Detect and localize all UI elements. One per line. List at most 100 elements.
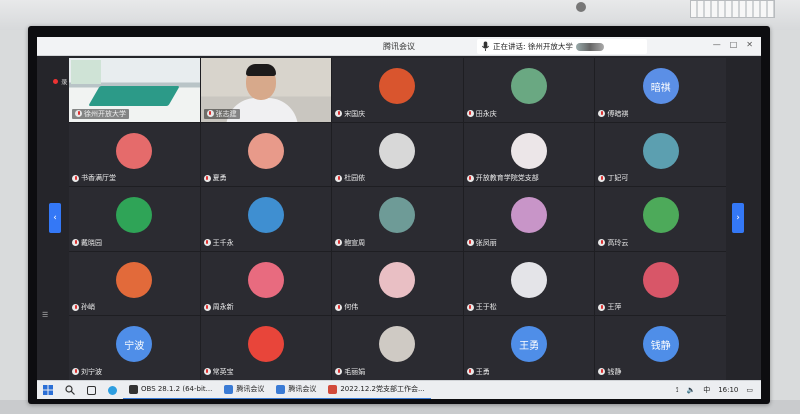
- chevron-left-icon: ‹: [53, 213, 57, 223]
- mic-muted-icon: [598, 110, 606, 118]
- participant-avatar: [247, 197, 284, 234]
- participant-avatar: [116, 197, 153, 234]
- participant-avatar: [642, 197, 679, 234]
- taskbar-app[interactable]: 腾讯会议: [270, 381, 323, 399]
- participant-avatar: [511, 68, 548, 104]
- participant-tile[interactable]: 书香满厅堂: [69, 122, 200, 187]
- participant-name-text: 夏勇: [212, 174, 227, 183]
- taskbar-app[interactable]: 腾讯会议: [218, 381, 271, 399]
- participant-tile[interactable]: 王萍: [595, 251, 726, 316]
- browser-taskbar-button[interactable]: [102, 381, 123, 400]
- clock[interactable]: 16:10: [718, 386, 738, 394]
- video-hair: [245, 64, 276, 76]
- participant-tile[interactable]: 周永新: [200, 251, 332, 316]
- participant-avatar: [379, 326, 416, 363]
- task-view-button[interactable]: [81, 381, 102, 400]
- participant-tile[interactable]: 戴晓园: [69, 187, 200, 251]
- participant-tile[interactable]: 宁波刘宁波: [69, 316, 200, 380]
- mic-muted-icon: [466, 239, 474, 247]
- participant-name: 何伟: [335, 302, 358, 312]
- mic-muted-icon: [598, 239, 606, 247]
- participant-name: 刘宁波: [72, 367, 102, 377]
- window-controls: — □ ✕: [713, 40, 753, 49]
- participant-name-text: 刘宁波: [81, 367, 102, 376]
- participant-tile[interactable]: 钱静 钱静: [595, 316, 726, 380]
- participant-name: 高玲云: [598, 238, 628, 248]
- participant-name-text: 王于松: [475, 303, 497, 312]
- participant-tile[interactable]: 常英宝: [200, 316, 332, 380]
- participant-avatar: [511, 261, 548, 298]
- participant-avatar: [379, 68, 416, 104]
- app-icon: [224, 384, 234, 394]
- volume-icon[interactable]: 🔈: [686, 386, 695, 394]
- participant-tile[interactable]: 张志建: [200, 58, 332, 122]
- participant-name-text: 周永新: [212, 303, 234, 312]
- mic-muted-icon: [203, 368, 211, 376]
- participant-tile[interactable]: 暗祺 傅暗祺: [595, 58, 726, 122]
- participant-avatar: [379, 261, 416, 298]
- participant-tile[interactable]: 王于松: [463, 251, 595, 316]
- participant-tile[interactable]: 何伟: [332, 251, 463, 316]
- start-button[interactable]: [37, 381, 59, 400]
- minimize-button[interactable]: —: [713, 40, 721, 49]
- participant-name-text: 徐州开放大学: [84, 109, 126, 118]
- participant-tile[interactable]: 开放教育学院党支部: [463, 122, 595, 187]
- mic-muted-icon: [466, 110, 474, 118]
- participant-tile[interactable]: 张凤丽: [463, 187, 595, 251]
- search-taskbar-button[interactable]: [59, 381, 81, 400]
- participant-tile[interactable]: 夏勇: [200, 122, 332, 187]
- maximize-button[interactable]: □: [730, 40, 738, 49]
- participant-name-text: 张凤丽: [475, 238, 497, 247]
- mic-muted-icon: [466, 174, 474, 182]
- participant-tile[interactable]: 杜园依: [332, 122, 463, 187]
- participant-avatar: [511, 197, 548, 234]
- participant-tile[interactable]: 毛丽娟: [332, 316, 463, 380]
- participant-tile[interactable]: 鲍宣周: [332, 187, 463, 251]
- participant-name: 书香满厅堂: [72, 173, 116, 183]
- participant-tile[interactable]: 王千永: [200, 187, 332, 251]
- taskbar-app-label: OBS 28.1.2 (64-bit...: [141, 385, 213, 393]
- participant-name: 鲍宣周: [335, 238, 365, 248]
- participant-name-text: 傅暗祺: [607, 109, 629, 118]
- participant-tile[interactable]: 田永庆: [463, 58, 595, 122]
- taskbar-app-label: 腾讯会议: [236, 385, 265, 393]
- participant-name: 张凤丽: [466, 238, 497, 248]
- mic-muted-icon: [75, 110, 82, 118]
- speaking-indicator: 正在讲话: 徐州开放大学: [477, 39, 647, 54]
- app-title: 腾讯会议: [383, 42, 415, 51]
- participant-avatar: [379, 132, 416, 169]
- participant-name-text: 孙峭: [81, 303, 95, 312]
- participant-tile[interactable]: 徐州开放大学: [69, 58, 200, 122]
- close-button[interactable]: ✕: [746, 40, 753, 49]
- participant-name: 周永新: [203, 302, 234, 312]
- ime-indicator[interactable]: 中: [703, 385, 710, 395]
- speaking-label: 正在讲话: 徐州开放大学: [493, 42, 573, 51]
- participant-tile[interactable]: 孙峭: [69, 251, 200, 316]
- taskbar-app-label: 2022.12.2党支部工作会...: [340, 385, 425, 393]
- participant-grid: 徐州开放大学 张志建 宋国庆 田永庆 暗祺 傅暗祺书香满厅堂 夏勇 杜园依 开放教育学院党支部 丁…: [69, 58, 726, 380]
- participant-tile[interactable]: 丁妃可: [595, 122, 726, 187]
- participant-tile[interactable]: 高玲云: [595, 187, 726, 251]
- video-window: [71, 60, 101, 84]
- participant-tile[interactable]: 宋国庆: [332, 58, 463, 122]
- taskbar-app[interactable]: OBS 28.1.2 (64-bit...: [123, 381, 219, 399]
- taskbar-app[interactable]: 2022.12.2党支部工作会...: [322, 381, 431, 399]
- participant-name-text: 毛丽娟: [344, 367, 366, 376]
- next-page-button[interactable]: ›: [732, 203, 744, 233]
- participant-avatar: 宁波: [116, 326, 153, 363]
- mic-muted-icon: [335, 303, 343, 311]
- participant-name-text: 书香满厅堂: [81, 174, 116, 183]
- prev-page-button[interactable]: ‹: [49, 203, 61, 233]
- windows-logo-icon: [43, 385, 53, 395]
- participant-tile[interactable]: 王勇 王勇: [463, 316, 595, 380]
- participant-avatar: [511, 132, 548, 169]
- list-view-icon[interactable]: ☰: [42, 311, 48, 319]
- participant-name-text: 王千永: [212, 238, 234, 247]
- mic-muted-icon: [598, 174, 606, 182]
- mic-muted-icon: [335, 174, 343, 182]
- participant-name: 杜园依: [335, 173, 365, 183]
- participant-name: 钱静: [598, 367, 621, 377]
- network-icon[interactable]: ⟟: [676, 386, 679, 395]
- notification-icon[interactable]: ▭: [746, 386, 753, 394]
- mic-muted-icon: [335, 110, 343, 118]
